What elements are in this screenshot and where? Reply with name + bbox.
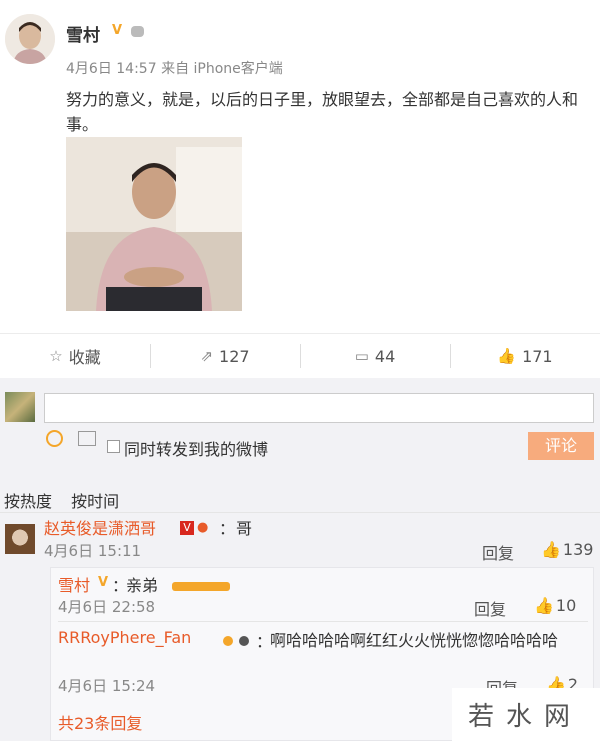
- forward-count: 127: [219, 346, 250, 366]
- forward-checkbox[interactable]: [107, 440, 120, 453]
- weibo-post: 雪村 V 4月6日 14:57 来自 iPhone客户端 努力的意义，就是，以后…: [0, 0, 600, 333]
- comment-reply-link[interactable]: 回复: [482, 540, 514, 564]
- sort-time-tab[interactable]: 按时间: [71, 492, 119, 511]
- comment-input[interactable]: [44, 393, 594, 423]
- post-photo[interactable]: [66, 137, 242, 311]
- comment-count: 44: [374, 346, 396, 366]
- reply-reply-link[interactable]: 回复: [474, 596, 506, 620]
- favorite-button[interactable]: ☆ 收藏: [0, 334, 150, 378]
- comment-like-button[interactable]: 👍 139: [541, 540, 593, 559]
- reply-time: 4月6日 15:24: [58, 677, 156, 695]
- reply-divider: [58, 621, 588, 622]
- author-avatar[interactable]: [5, 14, 55, 64]
- reply-author[interactable]: RRRoyPhere_Fan: [58, 628, 191, 647]
- reply-like-count: 10: [555, 596, 577, 615]
- forward-icon: ⇗: [200, 347, 214, 365]
- reply-like-button[interactable]: 👍 10: [534, 596, 576, 615]
- author-name[interactable]: 雪村: [66, 21, 100, 46]
- reply-author[interactable]: 雪村: [58, 572, 90, 596]
- image-icon[interactable]: [78, 431, 96, 446]
- verified-v-icon: V: [98, 575, 109, 590]
- like-count: 171: [522, 346, 553, 366]
- post-source: iPhone客户端: [193, 61, 283, 77]
- sort-divider: [0, 512, 600, 513]
- sort-bar: 按热度 按时间: [4, 488, 133, 512]
- comment-time: 4月6日 15:11: [44, 542, 142, 560]
- reply-text: 啊哈哈哈哈啊红红火火恍恍惚惚哈哈哈哈: [270, 631, 559, 650]
- my-avatar: [5, 392, 35, 422]
- fan-badge-icon: [222, 632, 252, 646]
- emoji-icon[interactable]: [46, 430, 63, 447]
- comment-button[interactable]: ▭ 44: [300, 334, 450, 378]
- member-icon: [131, 26, 144, 37]
- reply-time: 4月6日 22:58: [58, 598, 156, 616]
- comment-like-count: 139: [562, 540, 594, 559]
- forward-button[interactable]: ⇗ 127: [150, 334, 300, 378]
- comment-icon: ▭: [354, 347, 369, 365]
- post-actions: ☆ 收藏 ⇗ 127 ▭ 44 👍 171: [0, 334, 600, 378]
- verified-red-icon: V: [180, 521, 194, 535]
- commenter-badges: V ●: [180, 520, 208, 535]
- post-meta: 4月6日 14:57 来自 iPhone客户端: [66, 58, 283, 78]
- comment-text: 哥: [236, 519, 253, 538]
- commenter-avatar[interactable]: [5, 524, 35, 554]
- favorite-label: 收藏: [68, 348, 101, 367]
- thumb-up-icon: 👍: [541, 540, 561, 559]
- like-button[interactable]: 👍 171: [450, 334, 600, 378]
- forward-checkbox-label[interactable]: 同时转发到我的微博: [124, 436, 268, 460]
- post-text: 努力的意义，就是，以后的日子里，放眼望去，全部都是自己喜欢的人和事。: [66, 90, 579, 134]
- watermark-text: 若水网: [468, 702, 583, 732]
- like-thumb-icon: 👍: [497, 347, 517, 365]
- post-date[interactable]: 4月6日 14:57: [66, 61, 157, 77]
- fan-icon: ●: [197, 520, 209, 535]
- star-icon: ☆: [49, 347, 63, 365]
- total-replies-link[interactable]: 共23条回复: [58, 710, 142, 734]
- commenter-name[interactable]: 赵英俊是潇洒哥: [44, 515, 156, 539]
- verified-v-icon: V: [112, 23, 123, 38]
- sort-hot-tab[interactable]: 按热度: [4, 492, 52, 511]
- thumb-up-icon: 👍: [534, 596, 554, 615]
- reply-text: 亲弟: [126, 576, 159, 595]
- comment-separator: ：: [219, 519, 236, 538]
- comment-submit-button[interactable]: 评论: [528, 432, 594, 460]
- emoji-sticker-icon: [172, 582, 230, 591]
- source-prefix: 来自: [161, 61, 190, 77]
